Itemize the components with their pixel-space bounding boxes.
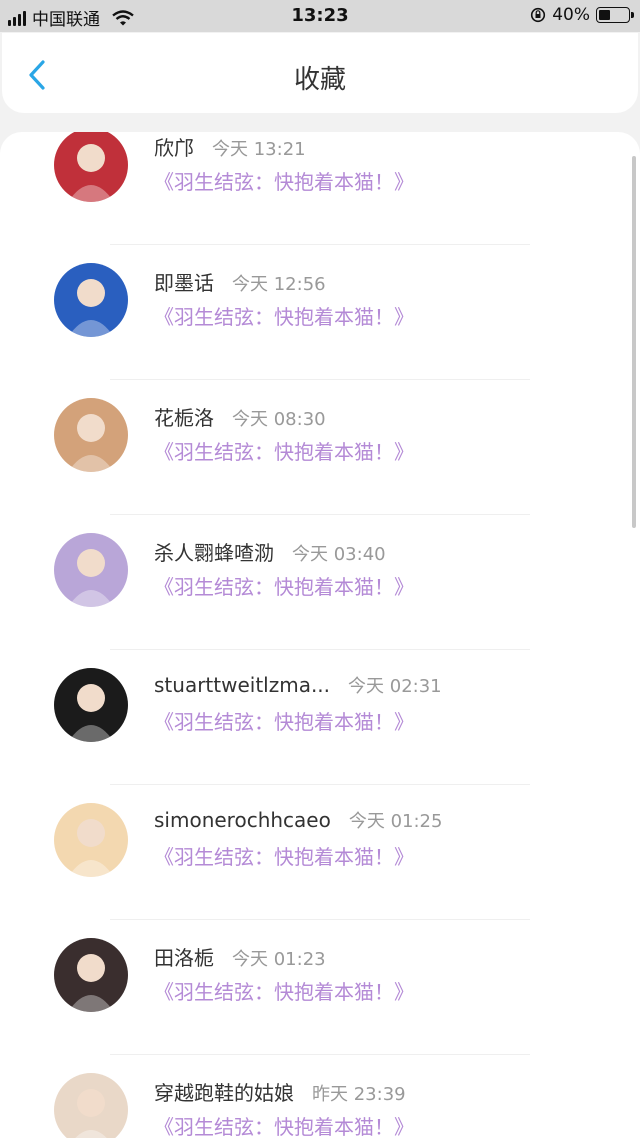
user-name[interactable]: stuarttweitlzma... (154, 673, 330, 697)
timestamp: 今天 01:23 (232, 949, 326, 970)
list-item[interactable]: stuarttweitlzma... 今天 02:31 《羽生结弦：快抱着本猫！》 (0, 650, 640, 785)
name-row: 杀人翾蜂喳泐 今天 03:40 (154, 537, 386, 566)
list-item[interactable]: 穿越跑鞋的姑娘 昨天 23:39 《羽生结弦：快抱着本猫！》 (0, 1055, 640, 1138)
name-row: 花栀洛 今天 08:30 (154, 402, 326, 431)
name-row: 欣邝 今天 13:21 (154, 132, 306, 161)
avatar[interactable] (54, 803, 128, 877)
timestamp: 今天 08:30 (232, 409, 326, 430)
battery-fill (599, 10, 610, 20)
user-name[interactable]: simonerochhcaeo (154, 808, 331, 832)
timestamp: 今天 13:21 (212, 139, 306, 160)
page-title: 收藏 (293, 65, 346, 95)
list-item[interactable]: simonerochhcaeo 今天 01:25 《羽生结弦：快抱着本猫！》 (0, 785, 640, 920)
user-name[interactable]: 杀人翾蜂喳泐 (154, 537, 274, 566)
battery-icon (596, 7, 634, 23)
avatar[interactable] (54, 398, 128, 472)
timestamp: 今天 12:56 (232, 274, 326, 295)
favorite-title-link[interactable]: 《羽生结弦：快抱着本猫！》 (154, 706, 414, 735)
favorite-title-link[interactable]: 《羽生结弦：快抱着本猫！》 (154, 436, 414, 465)
name-row: 穿越跑鞋的姑娘 昨天 23:39 (154, 1077, 406, 1106)
user-name[interactable]: 田洛栀 (154, 942, 214, 971)
timestamp: 今天 01:25 (348, 811, 443, 832)
rotation-lock-icon (531, 7, 546, 23)
favorite-title-link[interactable]: 《羽生结弦：快抱着本猫！》 (154, 166, 414, 195)
favorite-title-link[interactable]: 《羽生结弦：快抱着本猫！》 (154, 1111, 414, 1138)
list-item[interactable]: 花栀洛 今天 08:30 《羽生结弦：快抱着本猫！》 (0, 380, 640, 515)
name-row: 田洛栀 今天 01:23 (154, 942, 326, 971)
user-name[interactable]: 欣邝 (154, 132, 194, 161)
avatar[interactable] (54, 1073, 128, 1138)
list-item[interactable]: 欣邝 今天 13:21 《羽生结弦：快抱着本猫！》 (0, 132, 640, 245)
status-right: 40% (530, 5, 634, 25)
user-name[interactable]: 即墨话 (154, 267, 214, 296)
battery-tip (631, 12, 634, 18)
avatar[interactable] (54, 263, 128, 337)
list-item[interactable]: 杀人翾蜂喳泐 今天 03:40 《羽生结弦：快抱着本猫！》 (0, 515, 640, 650)
avatar[interactable] (54, 668, 128, 742)
name-row: simonerochhcaeo 今天 01:25 (154, 807, 442, 833)
scrollbar[interactable] (632, 156, 636, 528)
timestamp: 今天 03:40 (292, 544, 386, 565)
timestamp: 今天 02:31 (348, 676, 442, 697)
list-item[interactable]: 田洛栀 今天 01:23 《羽生结弦：快抱着本猫！》 (0, 920, 640, 1055)
name-row: 即墨话 今天 12:56 (154, 267, 326, 296)
avatar[interactable] (54, 533, 128, 607)
favorites-list[interactable]: 欣邝 今天 13:21 《羽生结弦：快抱着本猫！》 即墨话 今天 12:56 《羽生结弦：… (0, 132, 640, 1138)
status-bar: 中国联通 13:23 40% (0, 0, 640, 32)
user-name[interactable]: 穿越跑鞋的姑娘 (154, 1077, 294, 1106)
favorite-title-link[interactable]: 《羽生结弦：快抱着本猫！》 (154, 571, 414, 600)
user-name[interactable]: 花栀洛 (154, 402, 214, 431)
nav-header: 收藏 (2, 33, 638, 113)
list-item[interactable]: 即墨话 今天 12:56 《羽生结弦：快抱着本猫！》 (0, 245, 640, 380)
battery-percent: 40% (552, 5, 590, 25)
favorite-title-link[interactable]: 《羽生结弦：快抱着本猫！》 (154, 841, 414, 870)
avatar[interactable] (54, 132, 128, 202)
favorite-title-link[interactable]: 《羽生结弦：快抱着本猫！》 (154, 976, 414, 1005)
timestamp: 昨天 23:39 (312, 1084, 406, 1105)
name-row: stuarttweitlzma... 今天 02:31 (154, 672, 442, 698)
avatar[interactable] (54, 938, 128, 1012)
favorite-title-link[interactable]: 《羽生结弦：快抱着本猫！》 (154, 301, 414, 330)
